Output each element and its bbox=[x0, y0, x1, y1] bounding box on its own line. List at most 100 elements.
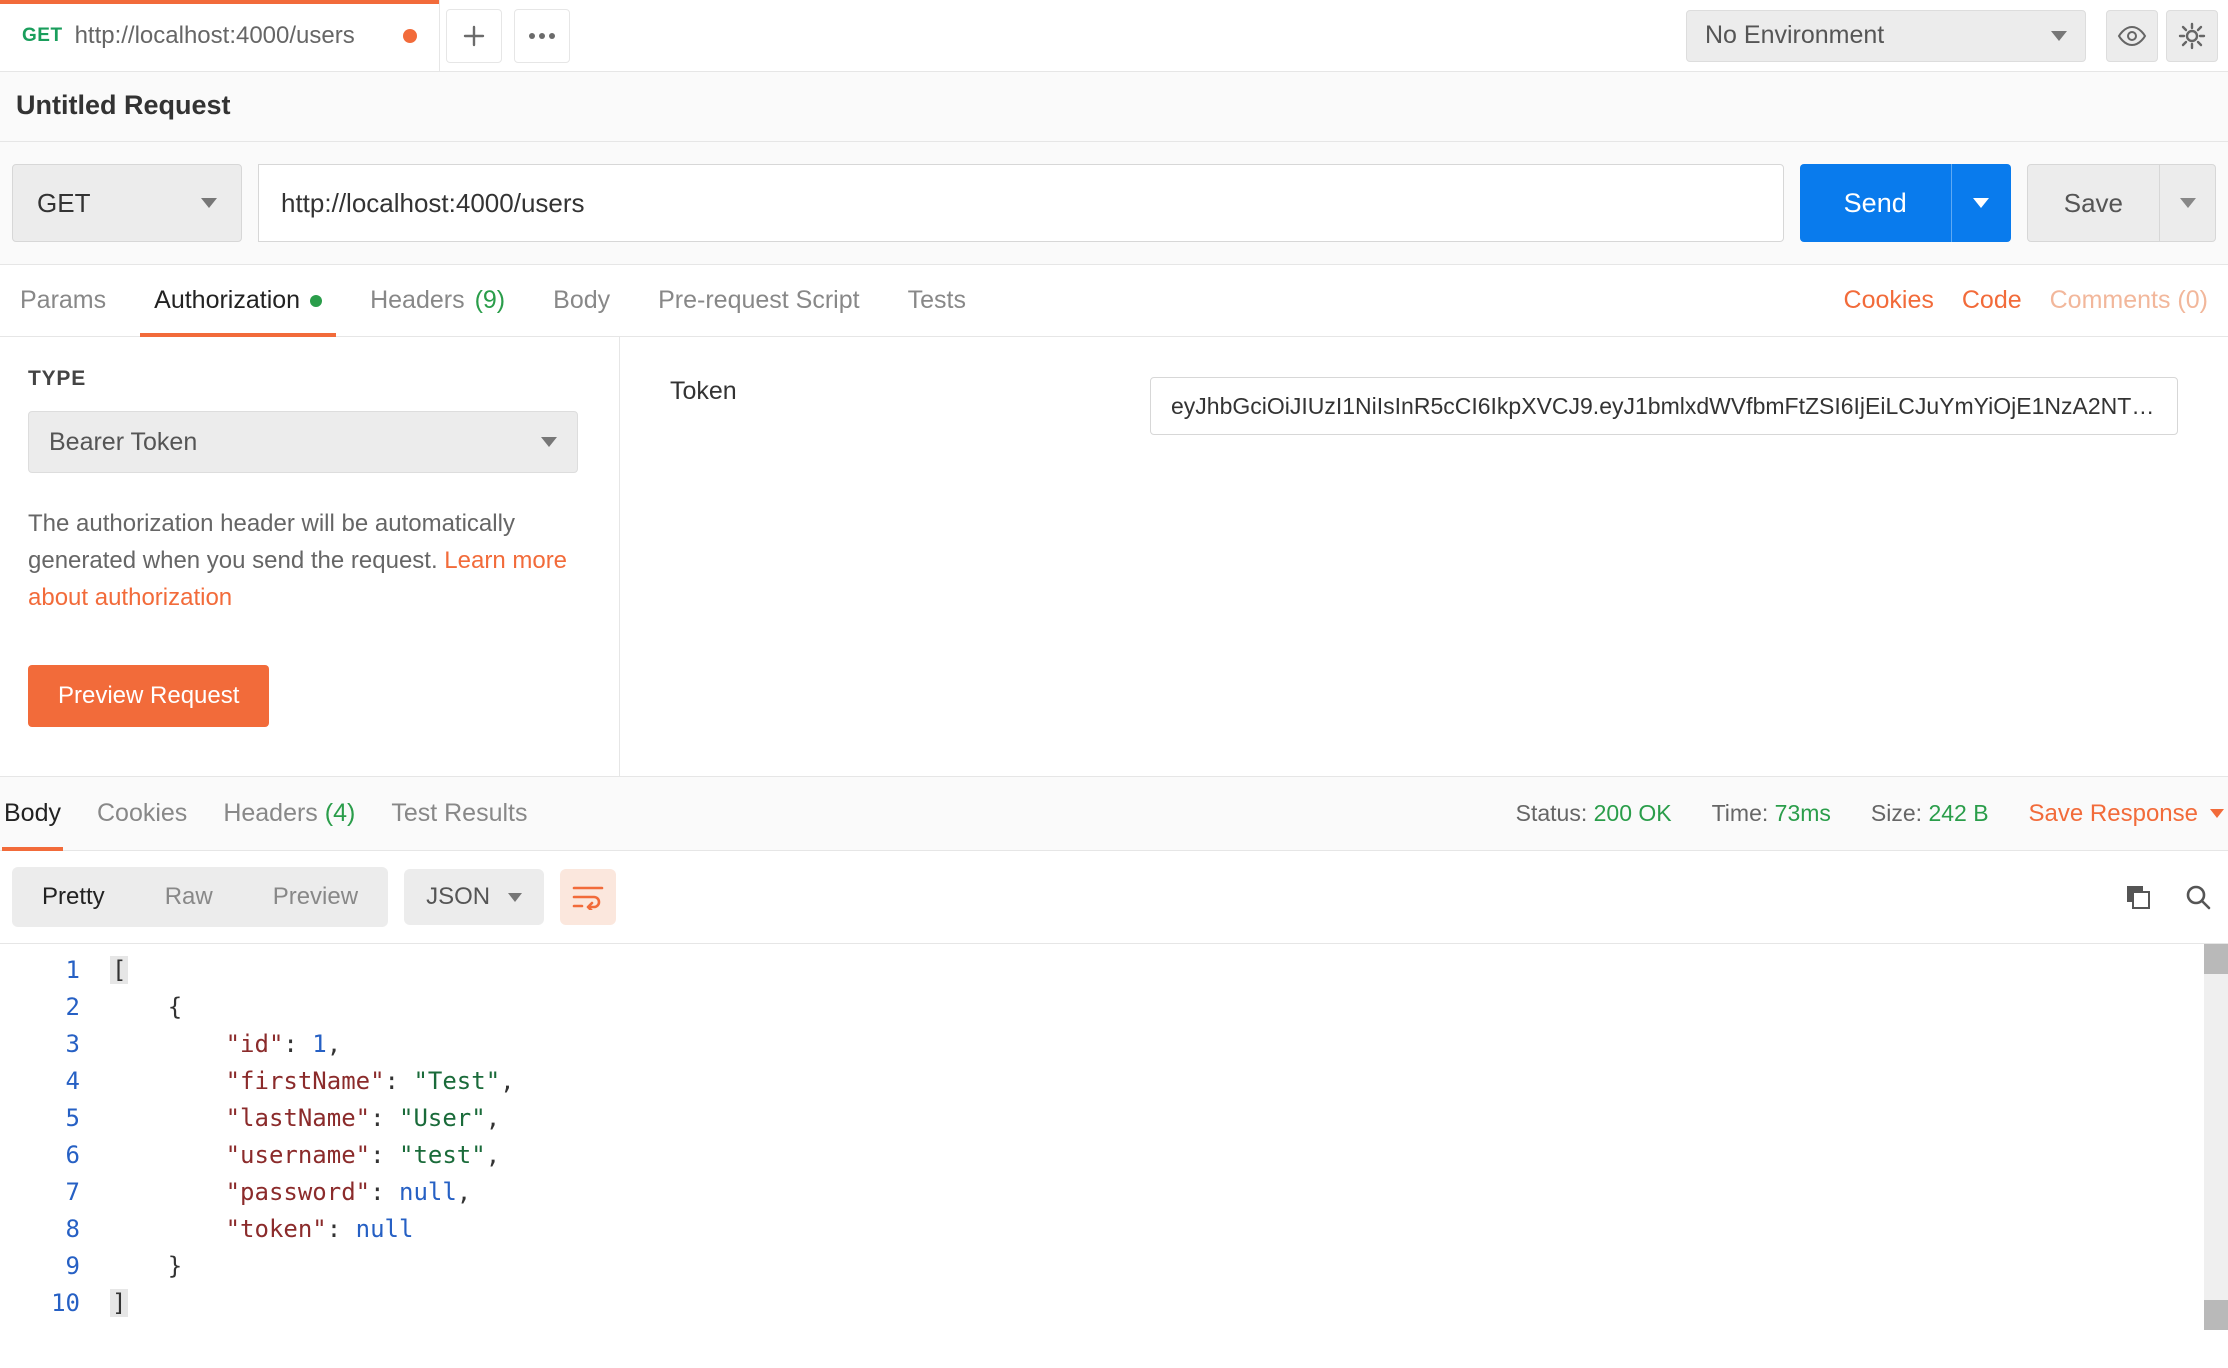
chevron-down-icon bbox=[541, 437, 557, 447]
search-icon bbox=[2184, 883, 2212, 911]
size-label: Size: bbox=[1871, 800, 1922, 826]
tab-authorization[interactable]: Authorization bbox=[154, 265, 322, 336]
response-tabs-row: Body Cookies Headers (4) Test Results St… bbox=[0, 777, 2228, 851]
line-no: 1 bbox=[0, 952, 80, 989]
resp-tab-cookies[interactable]: Cookies bbox=[97, 777, 187, 850]
new-tab-button[interactable] bbox=[446, 9, 502, 63]
time-value: 73ms bbox=[1775, 800, 1831, 826]
token-input[interactable] bbox=[1150, 377, 2178, 435]
response-meta: Status: 200 OK Time: 73ms Size: 242 B Sa… bbox=[1516, 800, 2224, 828]
auth-desc-text: The authorization header will be automat… bbox=[28, 510, 515, 574]
tab-headers-count: (9) bbox=[475, 286, 506, 315]
chevron-down-icon bbox=[508, 893, 522, 902]
line-no: 5 bbox=[0, 1100, 80, 1137]
url-input[interactable] bbox=[258, 164, 1784, 242]
body-format-select[interactable]: JSON bbox=[404, 869, 544, 925]
auth-left-pane: TYPE Bearer Token The authorization head… bbox=[0, 337, 620, 776]
status-label: Status: bbox=[1516, 800, 1588, 826]
chevron-down-icon bbox=[1973, 198, 1989, 208]
tab-body[interactable]: Body bbox=[553, 265, 610, 336]
plus-icon bbox=[463, 25, 485, 47]
wrap-icon bbox=[572, 884, 604, 910]
line-no: 3 bbox=[0, 1026, 80, 1063]
url-row: GET Send Save bbox=[0, 142, 2228, 265]
resp-tab-headers-count: (4) bbox=[325, 799, 356, 828]
view-mode-group: Pretty Raw Preview bbox=[12, 867, 388, 927]
tab-unsaved-dot bbox=[403, 29, 417, 43]
line-no: 7 bbox=[0, 1174, 80, 1211]
resp-tab-headers-label: Headers bbox=[223, 799, 318, 828]
line-no: 6 bbox=[0, 1137, 80, 1174]
gear-icon bbox=[2178, 22, 2206, 50]
tab-prerequest[interactable]: Pre-request Script bbox=[658, 265, 859, 336]
settings-button[interactable] bbox=[2166, 10, 2218, 62]
request-name[interactable]: Untitled Request bbox=[16, 90, 2212, 121]
response-toolbar: Pretty Raw Preview JSON bbox=[0, 851, 2228, 943]
request-tab[interactable]: GET http://localhost:4000/users bbox=[0, 0, 440, 71]
request-tabs-row: Params Authorization Headers (9) Body Pr… bbox=[0, 265, 2228, 337]
method-select[interactable]: GET bbox=[12, 164, 242, 242]
auth-panel: TYPE Bearer Token The authorization head… bbox=[0, 337, 2228, 777]
environment-select[interactable]: No Environment bbox=[1686, 10, 2086, 62]
copy-icon bbox=[2124, 883, 2152, 911]
view-pretty[interactable]: Pretty bbox=[12, 867, 135, 927]
method-value: GET bbox=[37, 188, 90, 219]
top-strip: GET http://localhost:4000/users No Envir… bbox=[0, 0, 2228, 72]
send-options-button[interactable] bbox=[1951, 164, 2011, 242]
auth-description: The authorization header will be automat… bbox=[28, 505, 568, 617]
tab-params[interactable]: Params bbox=[20, 265, 106, 336]
line-no: 2 bbox=[0, 989, 80, 1026]
save-button[interactable]: Save bbox=[2027, 164, 2160, 242]
time-label: Time: bbox=[1712, 800, 1769, 826]
auth-active-dot bbox=[310, 295, 322, 307]
tab-options-button[interactable] bbox=[514, 9, 570, 63]
view-raw[interactable]: Raw bbox=[135, 867, 243, 927]
scrollbar-thumb[interactable] bbox=[2204, 1300, 2228, 1330]
line-no: 10 bbox=[0, 1285, 80, 1322]
view-preview[interactable]: Preview bbox=[243, 867, 388, 927]
tab-tests[interactable]: Tests bbox=[908, 265, 966, 336]
environment-preview-button[interactable] bbox=[2106, 10, 2158, 62]
preview-request-button[interactable]: Preview Request bbox=[28, 665, 269, 727]
vertical-scrollbar[interactable] bbox=[2204, 944, 2228, 1330]
tab-method: GET bbox=[22, 25, 63, 47]
chevron-down-icon bbox=[2051, 31, 2067, 41]
auth-type-value: Bearer Token bbox=[49, 428, 197, 457]
line-no: 9 bbox=[0, 1248, 80, 1285]
send-button[interactable]: Send bbox=[1800, 164, 1951, 242]
code-link[interactable]: Code bbox=[1962, 286, 2022, 315]
line-no: 8 bbox=[0, 1211, 80, 1248]
comments-link[interactable]: Comments (0) bbox=[2050, 286, 2208, 315]
auth-type-heading: TYPE bbox=[28, 367, 591, 391]
chevron-down-icon bbox=[2210, 809, 2224, 818]
response-body: 1 2 3 4 5 6 7 8 9 10 [ { "id": 1, "first… bbox=[0, 943, 2228, 1330]
tab-active-indicator bbox=[0, 0, 439, 4]
request-title-bar: Untitled Request bbox=[0, 72, 2228, 142]
code-content[interactable]: [ { "id": 1, "firstName": "Test", "lastN… bbox=[110, 944, 2228, 1330]
ellipsis-icon bbox=[528, 32, 556, 40]
line-gutter: 1 2 3 4 5 6 7 8 9 10 bbox=[0, 944, 110, 1330]
tab-headers[interactable]: Headers (9) bbox=[370, 265, 505, 336]
resp-tab-headers[interactable]: Headers (4) bbox=[223, 777, 355, 850]
chevron-down-icon bbox=[201, 198, 217, 208]
auth-right-pane: Token bbox=[620, 337, 2228, 776]
chevron-down-icon bbox=[2180, 198, 2196, 208]
wrap-lines-button[interactable] bbox=[560, 869, 616, 925]
scrollbar-thumb[interactable] bbox=[2204, 944, 2228, 974]
tab-title: http://localhost:4000/users bbox=[75, 22, 355, 50]
save-options-button[interactable] bbox=[2160, 164, 2216, 242]
tab-authorization-label: Authorization bbox=[154, 286, 300, 315]
auth-type-select[interactable]: Bearer Token bbox=[28, 411, 578, 473]
copy-response-button[interactable] bbox=[2120, 879, 2156, 915]
token-label: Token bbox=[670, 377, 1090, 406]
status-value: 200 OK bbox=[1594, 800, 1672, 826]
save-response-label: Save Response bbox=[2029, 800, 2198, 828]
body-format-value: JSON bbox=[426, 883, 490, 911]
search-response-button[interactable] bbox=[2180, 879, 2216, 915]
tab-headers-label: Headers bbox=[370, 286, 465, 315]
eye-icon bbox=[2117, 26, 2147, 46]
cookies-link[interactable]: Cookies bbox=[1844, 286, 1934, 315]
resp-tab-body[interactable]: Body bbox=[4, 777, 61, 850]
save-response-button[interactable]: Save Response bbox=[2029, 800, 2224, 828]
resp-tab-tests[interactable]: Test Results bbox=[391, 777, 527, 850]
